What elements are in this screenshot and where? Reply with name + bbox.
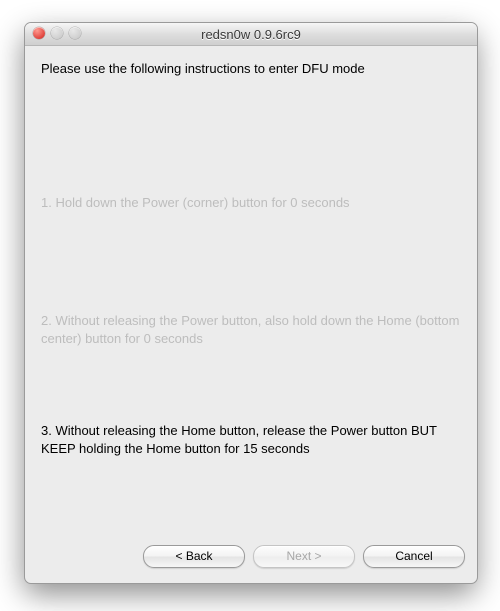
step-2: 2. Without releasing the Power button, a… [41, 312, 461, 347]
button-bar: < Back Next > Cancel [25, 535, 477, 583]
next-button: Next > [253, 545, 355, 568]
back-button[interactable]: < Back [143, 545, 245, 568]
titlebar[interactable]: redsn0w 0.9.6rc9 [25, 23, 477, 46]
instruction-header: Please use the following instructions to… [41, 60, 461, 78]
app-window: redsn0w 0.9.6rc9 Please use the followin… [24, 22, 478, 584]
step-1: 1. Hold down the Power (corner) button f… [41, 194, 461, 212]
window-title: redsn0w 0.9.6rc9 [201, 27, 301, 42]
step-3: 3. Without releasing the Home button, re… [41, 422, 461, 457]
cancel-button[interactable]: Cancel [363, 545, 465, 568]
minimize-icon[interactable] [51, 27, 63, 39]
zoom-icon[interactable] [69, 27, 81, 39]
content-area: Please use the following instructions to… [25, 46, 477, 541]
traffic-lights [33, 27, 81, 39]
close-icon[interactable] [33, 27, 45, 39]
